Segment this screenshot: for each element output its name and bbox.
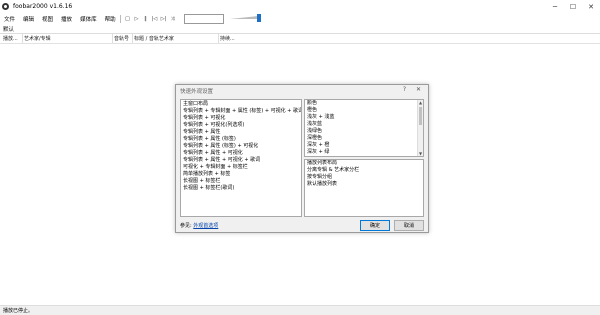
column-title-artist[interactable]: 标题 / 音轨艺术家	[134, 35, 174, 42]
pause-icon[interactable]: ‖	[142, 15, 149, 22]
stop-icon[interactable]: □	[124, 15, 131, 22]
list-item[interactable]: 默认播放列表	[305, 181, 423, 188]
title-bar: foobar2000 v1.6.16 ─ ☐ ✕	[0, 0, 600, 13]
list-item[interactable]: 深灰 + 橙	[305, 142, 423, 149]
list-item[interactable]: 专辑列表 + 可视化(列选项)	[181, 122, 301, 129]
list-item[interactable]: 简单播放列表 + 标签	[181, 171, 301, 178]
list-item[interactable]: 专辑列表 + 属性	[181, 129, 301, 136]
column-divider	[132, 34, 133, 43]
foobar-app-icon	[2, 3, 9, 10]
quick-appearance-setup-dialog: 快速外观设置 ? ✕ 主窗口布局 专辑列表 + 专辑封面 + 属性 (标签) +…	[175, 84, 429, 233]
next-icon[interactable]: ▷|	[160, 15, 167, 22]
list-item[interactable]: 专辑列表 + 属性 (标签) + 可视化	[181, 143, 301, 150]
menu-bar: 文件 编辑 视图 播放 媒体库 帮助	[0, 13, 600, 24]
column-divider	[112, 34, 113, 43]
window-title: foobar2000 v1.6.16	[13, 3, 73, 10]
list-group-header: 颜色	[307, 100, 318, 106]
toolbar-separator	[120, 14, 121, 23]
column-divider	[218, 34, 219, 43]
list-item[interactable]: 长视图 + 标签栏(歌词)	[181, 185, 301, 192]
appearance-preferences-link[interactable]: 外观首选项	[193, 223, 218, 229]
menu-view[interactable]: 视图	[38, 15, 57, 23]
maximize-icon[interactable]: ☐	[564, 0, 582, 13]
list-item[interactable]: 分离专辑 & 艺术家分栏	[305, 167, 423, 174]
playback-toolbar: □ ▷ ‖ |◁ ▷| ⤨	[117, 13, 178, 24]
volume-thumb[interactable]	[257, 14, 261, 22]
playlist-tab-strip: 默认	[0, 24, 600, 34]
column-artist-album[interactable]: 艺术家/专辑	[24, 35, 51, 42]
column-duration[interactable]: 持续...	[220, 35, 235, 42]
list-item[interactable]: 专辑列表 + 属性 (标签)	[181, 136, 301, 143]
menu-edit[interactable]: 编辑	[19, 15, 38, 23]
list-item[interactable]: 专辑列表 + 属性 + 可视化	[181, 150, 301, 157]
list-group-header: 播放列表布局	[307, 160, 338, 166]
reference-prefix: 参见:	[180, 223, 192, 229]
dialog-title: 快速外观设置	[180, 89, 214, 95]
menu-playback[interactable]: 播放	[57, 15, 76, 23]
scroll-thumb[interactable]	[419, 107, 422, 125]
previous-icon[interactable]: |◁	[151, 15, 158, 22]
scroll-up-icon[interactable]: ▲	[419, 100, 422, 105]
playback-order-dropdown[interactable]	[184, 14, 224, 24]
volume-slider[interactable]	[230, 14, 263, 22]
list-item[interactable]: 专辑列表 + 专辑封面 + 属性 (标签) + 可视化 + 歌词	[181, 108, 301, 115]
status-text: 播放已停止。	[3, 308, 34, 314]
list-item[interactable]: 橙色	[305, 107, 423, 114]
menu-library[interactable]: 媒体库	[76, 15, 101, 23]
playlist-layout-list[interactable]: 播放列表布局 分离专辑 & 艺术家分栏 按专辑分组 默认播放列表	[304, 159, 424, 217]
main-window-layout-list[interactable]: 主窗口布局 专辑列表 + 专辑封面 + 属性 (标签) + 可视化 + 歌词 专…	[180, 99, 302, 217]
column-playing[interactable]: 播放...	[3, 35, 18, 42]
list-item[interactable]: 专辑列表 + 属性 + 可视化 + 歌词	[181, 157, 301, 164]
reference-note: 参见: 外观首选项	[180, 222, 218, 229]
random-icon[interactable]: ⤨	[169, 15, 176, 22]
column-divider	[22, 34, 23, 43]
minimize-icon[interactable]: ─	[546, 0, 564, 13]
list-item[interactable]: 按专辑分组	[305, 174, 423, 181]
list-group-header: 主窗口布局	[183, 101, 209, 107]
list-item[interactable]: 浅绿色	[305, 128, 423, 135]
scroll-down-icon[interactable]: ▼	[419, 151, 422, 156]
window-controls: ─ ☐ ✕	[546, 0, 600, 13]
volume-ramp	[230, 16, 258, 19]
help-icon[interactable]: ?	[403, 86, 406, 93]
close-icon[interactable]: ✕	[582, 0, 600, 13]
list-item[interactable]: 长视图 + 标签栏	[181, 178, 301, 185]
list-item[interactable]: 深灰 + 绿	[305, 149, 423, 156]
playlist-column-header: 播放... 艺术家/专辑 音轨号 标题 / 音轨艺术家 持续...	[0, 34, 600, 44]
dialog-close-icon[interactable]: ✕	[416, 86, 421, 93]
play-icon[interactable]: ▷	[133, 15, 140, 22]
color-scheme-list[interactable]: 颜色 橙色 浅灰 + 浅蓝 浅灰蓝 浅绿色 深橙色 深灰 + 橙 深灰 + 绿 …	[304, 99, 424, 157]
ok-button[interactable]: 确定	[360, 220, 390, 231]
tab-default[interactable]: 默认	[3, 25, 14, 33]
list-item[interactable]: 浅灰 + 浅蓝	[305, 114, 423, 121]
list-item[interactable]: 深橙色	[305, 135, 423, 142]
menu-file[interactable]: 文件	[0, 15, 19, 23]
list-item[interactable]: 专辑列表 + 可视化	[181, 115, 301, 122]
cancel-button[interactable]: 取消	[394, 220, 424, 231]
list-item[interactable]: 可视化 + 专辑封面 + 标签栏	[181, 164, 301, 171]
column-track-number[interactable]: 音轨号	[114, 35, 129, 42]
list-item[interactable]: 浅灰蓝	[305, 121, 423, 128]
scrollbar[interactable]: ▲ ▼	[417, 100, 423, 156]
